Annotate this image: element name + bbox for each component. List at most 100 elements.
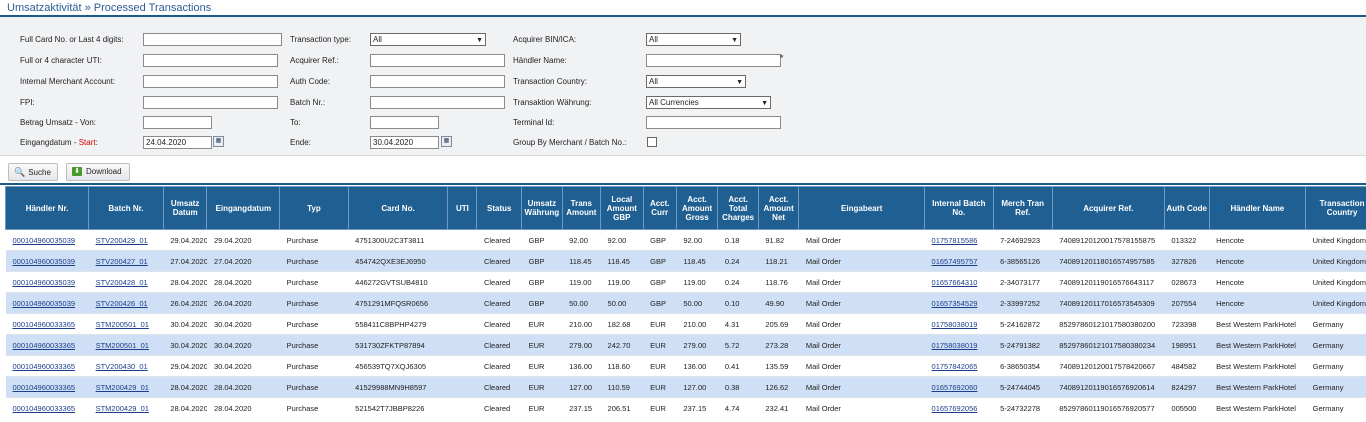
table-row[interactable]: 000104960033365 STV200430_01 29.04.2020 30.… bbox=[5, 355, 1366, 377]
table-cell: Cleared bbox=[476, 397, 522, 418]
table-link[interactable]: STM200501_01 bbox=[96, 320, 149, 329]
table-link[interactable]: 01657495757 bbox=[932, 257, 978, 266]
uti-input[interactable] bbox=[143, 54, 278, 67]
table-link[interactable]: 000104960033365 bbox=[13, 383, 76, 392]
column-header[interactable]: Internal Batch No. bbox=[924, 186, 994, 230]
table-cell: 30.04.2020 bbox=[163, 334, 207, 356]
table-link[interactable]: STM200501_01 bbox=[96, 341, 149, 350]
table-row[interactable]: 000104960035039 STV200427_01 27.04.2020 27.… bbox=[5, 250, 1366, 272]
table-link[interactable]: STV200429_01 bbox=[96, 236, 148, 245]
column-header[interactable]: Transaction Country bbox=[1305, 186, 1366, 230]
table-link[interactable]: 000104960035039 bbox=[13, 236, 76, 245]
table-link[interactable]: STM200429_01 bbox=[96, 404, 149, 413]
column-header[interactable]: Umsatz Datum bbox=[162, 186, 208, 230]
table-body: 000104960035039 STV200429_01 29.04.2020 29.… bbox=[5, 229, 1366, 418]
table-cell: Hencote bbox=[1209, 271, 1306, 293]
table-row[interactable]: 000104960033365 STM200429_01 28.04.2020 28.… bbox=[5, 376, 1366, 398]
table-link[interactable]: 01657692060 bbox=[932, 383, 978, 392]
merchant-account-input[interactable] bbox=[143, 75, 278, 88]
table-link[interactable]: 01758038019 bbox=[932, 341, 978, 350]
table-link[interactable]: STV200427_01 bbox=[96, 257, 148, 266]
download-button[interactable]: ⬇ Download bbox=[66, 163, 130, 181]
batch-number-input[interactable] bbox=[370, 96, 505, 109]
transaction-type-select[interactable]: All ▼ bbox=[370, 33, 486, 46]
column-header[interactable]: Card No. bbox=[347, 186, 449, 230]
card-number-input[interactable] bbox=[143, 33, 282, 46]
chevron-down-icon: ▼ bbox=[476, 37, 483, 44]
table-row[interactable]: 000104960035039 STV200428_01 28.04.2020 28.… bbox=[5, 271, 1366, 293]
calendar-icon[interactable]: ▦ bbox=[213, 136, 224, 147]
table-cell: Purchase bbox=[279, 250, 349, 272]
amount-to-input[interactable] bbox=[370, 116, 439, 129]
table-link[interactable]: 000104960033365 bbox=[13, 320, 76, 329]
auth-code-input[interactable] bbox=[370, 75, 505, 88]
table-link[interactable]: 000104960033365 bbox=[13, 404, 76, 413]
table-link[interactable]: 000104960035039 bbox=[13, 257, 76, 266]
table-link[interactable]: 01757815586 bbox=[932, 236, 978, 245]
column-header[interactable]: Acct. Amount Gross bbox=[675, 186, 719, 230]
column-header[interactable]: Status bbox=[476, 186, 523, 230]
column-header[interactable]: Local Amount GBP bbox=[600, 186, 644, 230]
group-by-checkbox[interactable] bbox=[647, 137, 657, 147]
calendar-icon[interactable]: ▦ bbox=[441, 136, 452, 147]
table-link[interactable]: 01657664310 bbox=[932, 278, 978, 287]
table-cell: Cleared bbox=[476, 334, 522, 356]
table-link[interactable]: 01657692056 bbox=[932, 404, 978, 413]
column-header[interactable]: Typ bbox=[279, 186, 349, 230]
table-link[interactable]: STM200429_01 bbox=[96, 383, 149, 392]
fpi-input[interactable] bbox=[143, 96, 278, 109]
terminal-id-input[interactable] bbox=[646, 116, 781, 129]
table-cell: 454742QXE3EJ6950 bbox=[348, 250, 448, 272]
amount-to-label: To: bbox=[290, 118, 301, 127]
column-header[interactable]: UTI bbox=[447, 186, 478, 230]
amount-from-input[interactable] bbox=[143, 116, 212, 129]
table-row[interactable]: 000104960033365 STM200429_01 28.04.2020 28.… bbox=[5, 397, 1366, 418]
table-row[interactable]: 000104960033365 STM200501_01 30.04.2020 30.… bbox=[5, 334, 1366, 356]
column-header[interactable]: Eingabeart bbox=[798, 186, 926, 230]
table-cell: 118.60 bbox=[600, 355, 644, 377]
table-cell bbox=[447, 250, 477, 272]
table-cell: 26.04.2020 bbox=[206, 292, 280, 314]
table-cell: United Kingdom bbox=[1305, 271, 1366, 293]
transaction-country-select[interactable]: All ▼ bbox=[646, 75, 746, 88]
table-link[interactable]: 01757842065 bbox=[932, 362, 978, 371]
table-link[interactable]: 000104960035039 bbox=[13, 278, 76, 287]
column-header[interactable]: Umsatz Währung bbox=[521, 186, 563, 230]
acquirer-ref-input[interactable] bbox=[370, 54, 505, 67]
table-link[interactable]: STV200428_01 bbox=[96, 278, 148, 287]
table-cell: 232.41 bbox=[758, 397, 799, 418]
start-date-input[interactable]: 24.04.2020 bbox=[143, 136, 212, 149]
table-row[interactable]: 000104960033365 STM200501_01 30.04.2020 30.… bbox=[5, 313, 1366, 335]
merchant-name-label: Händler Name: bbox=[513, 56, 567, 65]
column-header[interactable]: Händler Nr. bbox=[4, 186, 90, 230]
table-row[interactable]: 000104960035039 STV200429_01 29.04.2020 29.… bbox=[5, 229, 1366, 251]
search-button[interactable]: 🔍 Suche bbox=[8, 163, 58, 181]
table-link[interactable]: 01758038019 bbox=[932, 320, 978, 329]
table-link[interactable]: 000104960035039 bbox=[13, 299, 76, 308]
column-header[interactable]: Acct. Total Charges bbox=[717, 186, 759, 230]
table-link[interactable]: STV200426_01 bbox=[96, 299, 148, 308]
table-link[interactable]: 01657354529 bbox=[932, 299, 978, 308]
column-header[interactable]: Acct. Curr bbox=[642, 186, 677, 230]
column-header[interactable]: Acquirer Ref. bbox=[1051, 186, 1165, 230]
column-header[interactable]: Händler Name bbox=[1208, 186, 1307, 230]
table-link[interactable]: STV200430_01 bbox=[96, 362, 148, 371]
column-header[interactable]: Acct. Amount Net bbox=[757, 186, 800, 230]
column-header[interactable]: Batch Nr. bbox=[88, 186, 164, 230]
column-header[interactable]: Eingangdatum bbox=[206, 186, 281, 230]
acquirer-bin-select[interactable]: All ▼ bbox=[646, 33, 741, 46]
table-row[interactable]: 000104960035039 STV200426_01 26.04.2020 26.… bbox=[5, 292, 1366, 314]
transaction-currency-select[interactable]: All Currencies ▼ bbox=[646, 96, 771, 109]
table-cell: 5-24791382 bbox=[993, 334, 1053, 356]
column-header[interactable]: Trans Amount bbox=[561, 186, 602, 230]
column-header[interactable]: Auth Code bbox=[1163, 186, 1210, 230]
end-date-input[interactable]: 30.04.2020 bbox=[370, 136, 439, 149]
table-cell: Mail Order bbox=[798, 397, 925, 418]
table-link[interactable]: 000104960033365 bbox=[13, 341, 76, 350]
column-header[interactable]: Merch Tran Ref. bbox=[992, 186, 1053, 230]
merchant-name-input[interactable] bbox=[646, 54, 781, 67]
table-cell: 28.04.2020 bbox=[163, 397, 207, 418]
table-link[interactable]: 000104960033365 bbox=[13, 362, 76, 371]
table-header-row: Händler Nr. Batch Nr. Umsatz Datum Eingangd… bbox=[4, 186, 1366, 230]
table-cell: Purchase bbox=[279, 271, 349, 293]
